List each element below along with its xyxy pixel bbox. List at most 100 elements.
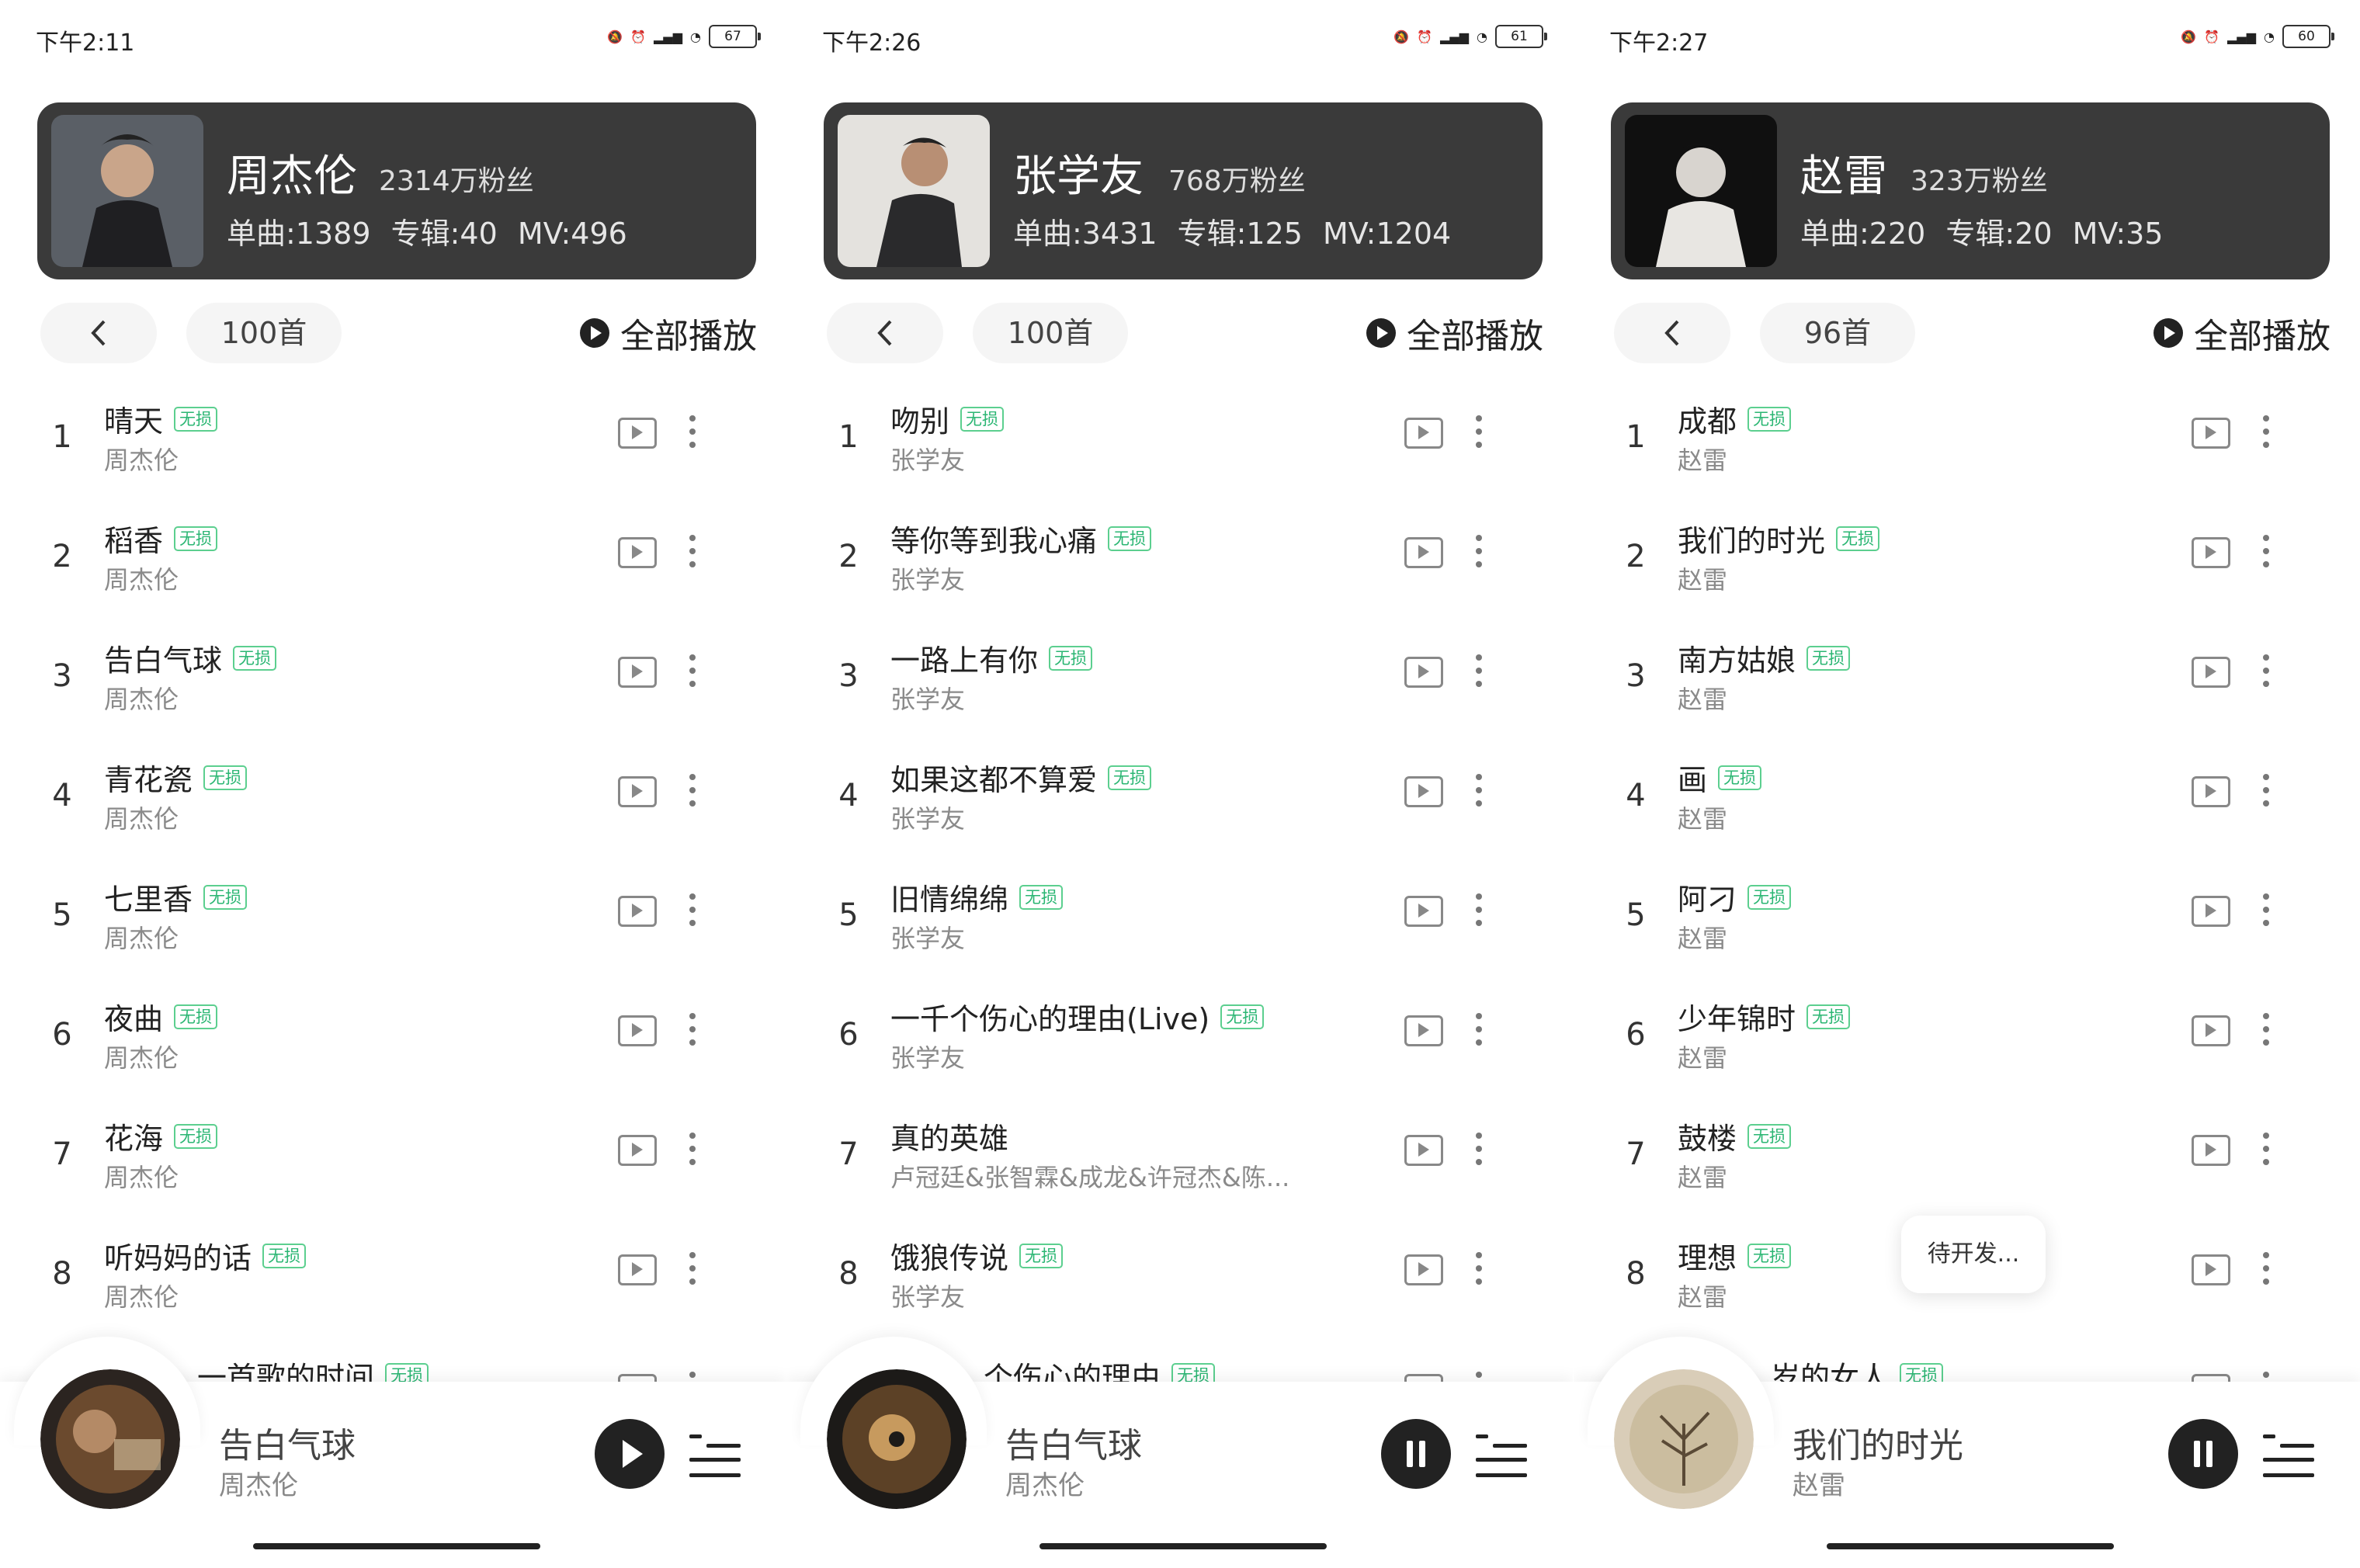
home-indicator[interactable] <box>253 1543 540 1549</box>
more-icon[interactable] <box>1471 650 1487 697</box>
song-row[interactable]: 4 如果这都不算爱 无损 张学友 <box>786 747 1573 863</box>
play-all-button[interactable]: 全部播放 <box>2154 309 2330 357</box>
playlist-queue-icon[interactable] <box>689 1428 741 1480</box>
mv-icon[interactable] <box>2192 1135 2230 1166</box>
more-icon[interactable] <box>2258 770 2274 817</box>
mv-icon[interactable] <box>618 1135 657 1166</box>
song-row[interactable]: 5 阿刁 无损 赵雷 <box>1574 866 2360 983</box>
more-icon[interactable] <box>685 1009 700 1056</box>
song-row[interactable]: 2 稻香 无损 周杰伦 <box>0 508 786 624</box>
album-cover[interactable] <box>827 1369 967 1509</box>
mv-icon[interactable] <box>1404 1015 1443 1046</box>
song-row[interactable]: 6 夜曲 无损 周杰伦 <box>0 986 786 1102</box>
more-icon[interactable] <box>685 1248 700 1295</box>
mv-icon[interactable] <box>1404 1254 1443 1285</box>
mv-icon[interactable] <box>618 896 657 927</box>
lossless-badge: 无损 <box>203 765 248 790</box>
play-all-button[interactable]: 全部播放 <box>1366 309 1543 357</box>
play-button[interactable] <box>595 1419 665 1489</box>
more-icon[interactable] <box>685 770 700 817</box>
mv-icon[interactable] <box>2192 776 2230 807</box>
more-icon[interactable] <box>1471 770 1487 817</box>
mv-icon[interactable] <box>618 1254 657 1285</box>
song-row[interactable]: 7 鼓楼 无损 赵雷 <box>1574 1105 2360 1222</box>
song-row[interactable]: 2 我们的时光 无损 赵雷 <box>1574 508 2360 624</box>
mv-icon[interactable] <box>1404 896 1443 927</box>
song-row[interactable]: 8 饿狼传说 无损 张学友 <box>786 1225 1573 1341</box>
status-bar: 下午2:27 🔕 ⏰ ▂▄▆ ◔ 60 <box>1574 0 2360 78</box>
mv-icon[interactable] <box>1404 1135 1443 1166</box>
song-row[interactable]: 3 告白气球 无损 周杰伦 <box>0 627 786 744</box>
more-icon[interactable] <box>685 890 700 936</box>
song-row[interactable]: 3 一路上有你 无损 张学友 <box>786 627 1573 744</box>
home-indicator[interactable] <box>1039 1543 1327 1549</box>
song-row[interactable]: 1 吻别 无损 张学友 <box>786 388 1573 505</box>
more-icon[interactable] <box>685 1129 700 1175</box>
status-time: 下午2:27 <box>1609 29 1709 57</box>
mv-icon[interactable] <box>1404 537 1443 568</box>
more-icon[interactable] <box>2258 1248 2274 1295</box>
song-row[interactable]: 6 少年锦时 无损 赵雷 <box>1574 986 2360 1102</box>
more-icon[interactable] <box>2258 1009 2274 1056</box>
mv-icon[interactable] <box>618 537 657 568</box>
song-row[interactable]: 1 成都 无损 赵雷 <box>1574 388 2360 505</box>
more-icon[interactable] <box>2258 1129 2274 1175</box>
song-row[interactable]: 7 花海 无损 周杰伦 <box>0 1105 786 1222</box>
song-row[interactable]: 1 晴天 无损 周杰伦 <box>0 388 786 505</box>
mv-icon[interactable] <box>2192 418 2230 449</box>
artist-header-card: 周杰伦 2314万粉丝 单曲:1389 专辑:40 MV:496 <box>37 102 756 279</box>
wifi-icon: ◔ <box>1477 29 1487 44</box>
song-row[interactable]: 3 南方姑娘 无损 赵雷 <box>1574 627 2360 744</box>
home-indicator[interactable] <box>1827 1543 2114 1549</box>
mv-icon[interactable] <box>618 418 657 449</box>
mv-icon[interactable] <box>2192 657 2230 688</box>
song-artist: 张学友 <box>890 924 966 953</box>
mv-icon[interactable] <box>618 1015 657 1046</box>
more-icon[interactable] <box>1471 1009 1487 1056</box>
mv-icon[interactable] <box>2192 1254 2230 1285</box>
more-icon[interactable] <box>1471 890 1487 936</box>
song-row[interactable]: 4 画无损 赵雷 <box>1574 747 2360 863</box>
mv-icon[interactable] <box>2192 896 2230 927</box>
pause-button[interactable] <box>1381 1419 1451 1489</box>
song-row[interactable]: 6 一千个伤心的理由(Live) 无损 张学友 <box>786 986 1573 1102</box>
back-button[interactable] <box>1614 303 1730 363</box>
more-icon[interactable] <box>685 411 700 458</box>
status-time: 下午2:26 <box>822 29 921 57</box>
mv-icon[interactable] <box>2192 1015 2230 1046</box>
pause-button[interactable] <box>2168 1419 2238 1489</box>
more-icon[interactable] <box>2258 890 2274 936</box>
play-all-button[interactable]: 全部播放 <box>580 309 757 357</box>
more-icon[interactable] <box>1471 1129 1487 1175</box>
mv-icon[interactable] <box>1404 418 1443 449</box>
more-icon[interactable] <box>2258 411 2274 458</box>
song-row[interactable]: 4 青花瓷 无损 周杰伦 <box>0 747 786 863</box>
more-icon[interactable] <box>685 531 700 578</box>
lossless-badge: 无损 <box>1747 884 1792 910</box>
mv-icon[interactable] <box>618 776 657 807</box>
song-row[interactable]: 2 等你等到我心痛 无损 张学友 <box>786 508 1573 624</box>
more-icon[interactable] <box>1471 531 1487 578</box>
song-row[interactable]: 8 听妈妈的话 无损 周杰伦 <box>0 1225 786 1341</box>
more-icon[interactable] <box>2258 531 2274 578</box>
back-button[interactable] <box>40 303 157 363</box>
album-cover[interactable] <box>1614 1369 1754 1509</box>
playlist-queue-icon[interactable] <box>1476 1428 1527 1480</box>
more-icon[interactable] <box>1471 411 1487 458</box>
playlist-queue-icon[interactable] <box>2263 1428 2314 1480</box>
back-button[interactable] <box>827 303 943 363</box>
lossless-badge: 无损 <box>960 406 1005 432</box>
album-cover[interactable] <box>40 1369 180 1509</box>
mv-icon[interactable] <box>1404 657 1443 688</box>
mv-icon[interactable] <box>1404 776 1443 807</box>
song-row[interactable]: 5 七里香 无损 周杰伦 <box>0 866 786 983</box>
mv-icon[interactable] <box>2192 537 2230 568</box>
more-icon[interactable] <box>1471 1248 1487 1295</box>
mv-icon[interactable] <box>618 657 657 688</box>
song-artist: 张学友 <box>890 565 966 595</box>
battery-icon: 61 <box>1495 25 1547 48</box>
song-row[interactable]: 5 旧情绵绵 无损 张学友 <box>786 866 1573 983</box>
song-row[interactable]: 7 真的英雄 卢冠廷&张智霖&成龙&许冠杰&陈... <box>786 1105 1573 1222</box>
more-icon[interactable] <box>2258 650 2274 697</box>
more-icon[interactable] <box>685 650 700 697</box>
